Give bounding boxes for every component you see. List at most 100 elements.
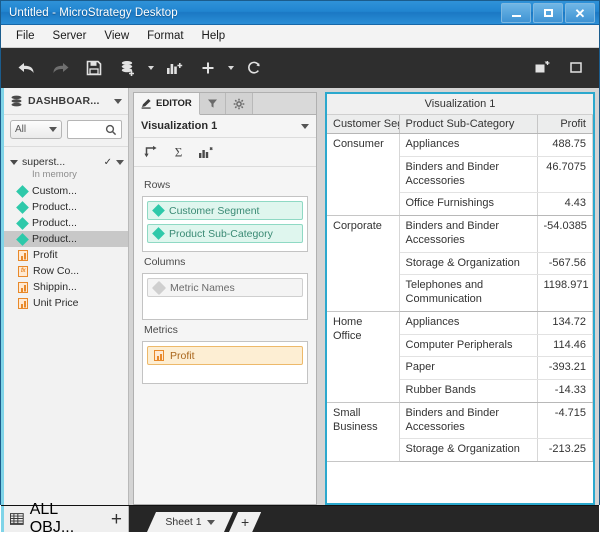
sheet-chevron-down-icon[interactable] [207,520,215,525]
gear-icon [233,98,245,109]
cell-segment: Corporate [327,215,400,312]
visualization-chevron-down-icon[interactable] [301,123,309,129]
tab-properties[interactable] [225,93,253,114]
list-item[interactable]: Custom... [4,183,128,199]
dashboard-chevron-down-icon[interactable] [114,98,122,104]
list-item-selected[interactable]: Product... [4,231,128,247]
object-type-filter[interactable]: All [10,120,62,139]
all-objects-label: ALL OBJ... [29,501,75,536]
shelf-chip-metric-names[interactable]: Metric Names [147,278,303,297]
list-item[interactable]: Profit [4,247,128,263]
cell-profit: 4.43 [537,192,593,216]
list-item[interactable]: fx Row Co... [4,263,128,279]
window-title: Untitled - MicroStrategy Desktop [9,6,178,19]
object-label: Product... [32,201,77,213]
add-object-plus-icon[interactable]: + [111,510,122,529]
table-row[interactable]: Consumer Appliances 488.75 [327,133,593,216]
dataset-header-row[interactable]: superst... ✓ [4,155,128,169]
cell-subcategory: Computer Peripherals [399,334,538,358]
cell-subcategory: Rubber Bands [399,379,538,403]
chip-label: Customer Segment [169,204,260,217]
tab-editor[interactable]: EDITOR [134,93,200,115]
tab-filters[interactable] [199,93,226,114]
list-item[interactable]: Shippin... [4,279,128,295]
visualization-panel[interactable]: Visualization 1 Customer Seg Product Sub… [325,92,595,505]
save-button[interactable] [79,53,109,83]
add-data-button[interactable] [113,53,143,83]
main-body: DASHBOAR... All superst... ✓ In memory C… [1,88,599,505]
shelf-metrics[interactable]: Profit [142,341,308,384]
sheet-tab-1[interactable]: Sheet 1 [147,512,233,532]
search-input[interactable] [67,120,122,139]
sidebar-search-row: All [4,115,128,147]
list-item[interactable]: Product... [4,215,128,231]
sheet-tab-label: Sheet 1 [165,516,202,528]
refresh-button[interactable] [239,53,269,83]
menu-view[interactable]: View [95,28,138,44]
grid-table: Customer Seg Product Sub-Category Profit… [327,115,593,463]
add-sheet-button[interactable]: + [229,512,261,532]
redo-icon [53,63,68,73]
menu-file[interactable]: File [7,28,44,44]
list-item[interactable]: Unit Price [4,295,128,311]
visualization-selector[interactable]: Visualization 1 [134,115,316,138]
table-row[interactable]: Corporate Binders and Binder Accessories… [327,215,593,312]
menu-server[interactable]: Server [44,28,96,44]
shelf-rows[interactable]: Customer Segment Product Sub-Category [142,196,308,252]
attribute-icon [16,216,29,230]
object-label: Shippin... [33,281,77,293]
add-object-button[interactable] [193,53,223,83]
close-button[interactable]: ✕ [565,3,595,23]
presentation-button[interactable] [561,53,591,83]
minimize-button[interactable] [501,3,531,23]
menu-format[interactable]: Format [138,28,192,44]
maximize-button[interactable] [533,3,563,23]
editor-panel: EDITOR Visualization 1 Σ Rows Customer S… [133,92,317,505]
cell-segment: Home Office [327,311,400,403]
undo-icon [18,63,33,73]
shelf-label-columns: Columns [144,256,186,268]
shelf-chip-customer-segment[interactable]: Customer Segment [147,201,303,220]
window-controls: ✕ [499,3,595,23]
table-row[interactable]: Home Office Appliances 134.72 [327,311,593,403]
object-label: Row Co... [33,265,80,277]
dataset-block: superst... ✓ In memory [4,147,128,183]
bottom-bar: ALL OBJ... + Sheet 1 + [1,501,599,536]
shelf-chip-profit[interactable]: Profit [147,346,303,365]
visualization-type-icon[interactable] [198,145,213,159]
dashboard-selector[interactable]: DASHBOAR... [4,88,128,115]
menu-help[interactable]: Help [193,28,235,44]
dataset-sidebar: DASHBOAR... All superst... ✓ In memory C… [1,88,129,505]
table-row[interactable]: Small Business Binders and Binder Access… [327,402,593,463]
shelf-label-metrics: Metrics [144,324,178,336]
cell-subcategory: Storage & Organization [399,438,538,462]
attribute-icon [16,200,29,214]
column-header-customer-segment[interactable]: Customer Seg [327,115,400,134]
cell-subcategory: Appliances [399,133,538,157]
chip-label: Product Sub-Category [169,227,273,240]
add-object-caret-icon[interactable] [228,66,234,70]
column-header-product-sub-category[interactable]: Product Sub-Category [399,115,538,134]
shelf-columns[interactable]: Metric Names [142,273,308,320]
shelf-chip-product-sub-category[interactable]: Product Sub-Category [147,224,303,243]
editor-panel-container: EDITOR Visualization 1 Σ Rows Customer S… [129,88,321,505]
cell-subcategory: Telephones and Communication [399,274,538,312]
all-objects-bar[interactable]: ALL OBJ... + [1,501,129,536]
add-visualization-button[interactable] [159,53,189,83]
dataset-expand-triangle-icon[interactable] [10,159,18,165]
main-toolbar [1,48,599,88]
undo-button[interactable] [11,53,41,83]
list-item[interactable]: Product... [4,199,128,215]
tab-editor-label: EDITOR [156,98,192,109]
swap-rows-columns-icon[interactable] [144,145,159,159]
cell-subcategory: Office Furnishings [399,192,538,216]
add-panel-button[interactable] [527,53,557,83]
add-data-caret-icon[interactable] [148,66,154,70]
object-label: Profit [33,249,58,261]
totals-sigma-icon[interactable]: Σ [172,145,185,159]
application-window: Untitled - MicroStrategy Desktop ✕ File … [0,0,600,536]
object-label: Custom... [32,185,77,197]
cell-profit: 114.46 [537,334,593,358]
dataset-chevron-down-icon[interactable] [116,159,124,165]
column-header-profit[interactable]: Profit [537,115,593,134]
